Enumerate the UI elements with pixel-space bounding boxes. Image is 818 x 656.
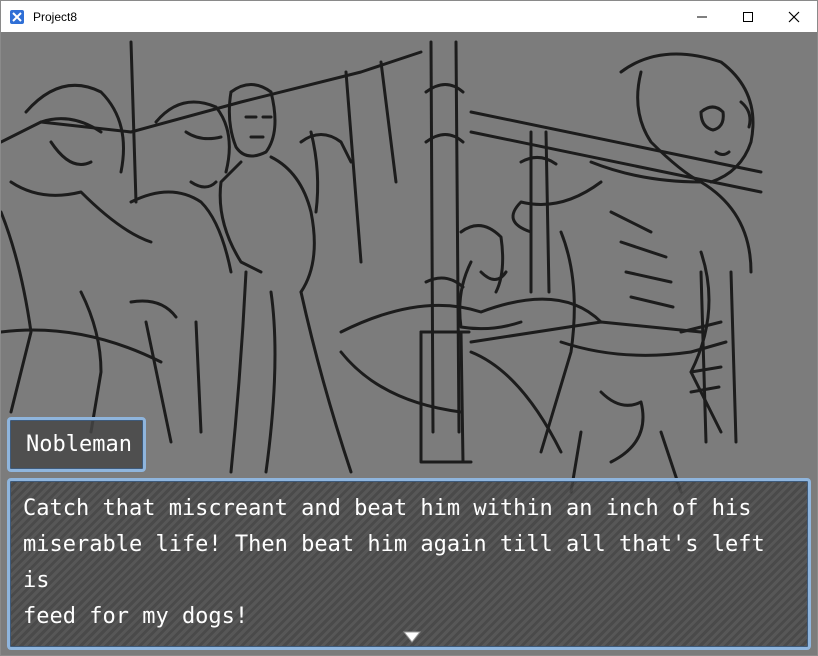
speaker-name-box: Nobleman bbox=[7, 417, 146, 472]
app-window: Project8 Nobleman Catch that miscreant a… bbox=[0, 0, 818, 656]
title-bar[interactable]: Project8 bbox=[1, 1, 817, 32]
close-button[interactable] bbox=[771, 1, 817, 32]
minimize-button[interactable] bbox=[679, 1, 725, 32]
game-canvas[interactable]: Nobleman Catch that miscreant and beat h… bbox=[1, 32, 817, 655]
speaker-name: Nobleman bbox=[26, 432, 132, 457]
pause-arrow-icon[interactable] bbox=[403, 631, 421, 643]
maximize-button[interactable] bbox=[725, 1, 771, 32]
message-line-3: feed for my dogs! bbox=[23, 604, 249, 629]
close-icon bbox=[788, 11, 800, 22]
minimize-icon bbox=[697, 16, 707, 17]
maximize-icon bbox=[743, 11, 753, 22]
message-window[interactable]: Catch that miscreant and beat him within… bbox=[7, 478, 811, 650]
app-icon bbox=[10, 9, 24, 24]
message-line-2: miserable life! Then beat him again till… bbox=[23, 532, 778, 593]
message-text: Catch that miscreant and beat him within… bbox=[23, 491, 798, 635]
window-controls bbox=[679, 1, 817, 32]
window-title: Project8 bbox=[33, 9, 78, 24]
message-line-1: Catch that miscreant and beat him within… bbox=[23, 496, 752, 521]
